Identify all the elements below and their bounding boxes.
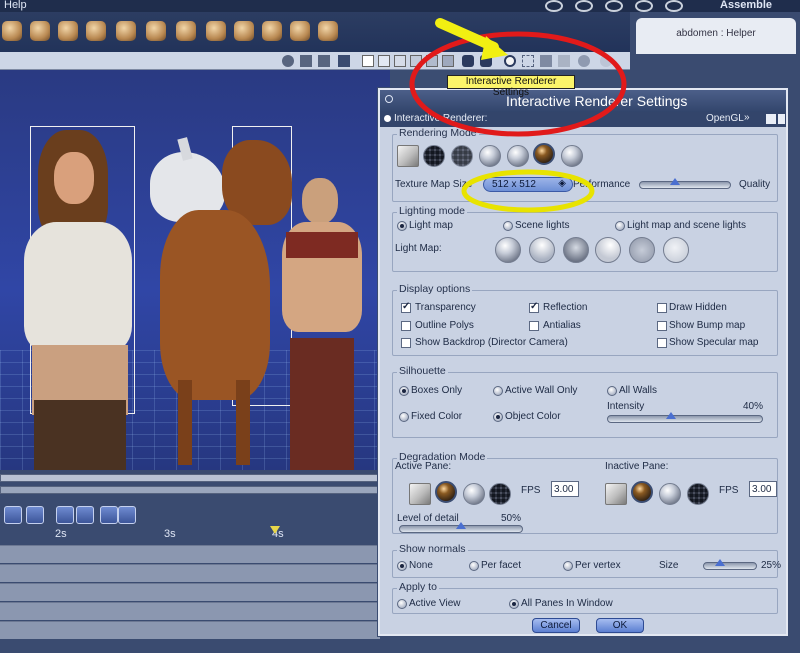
tooltip: Interactive Renderer Settings xyxy=(447,75,575,98)
callout-annotations xyxy=(409,18,627,213)
yellow-highlight-ellipse xyxy=(461,169,595,213)
